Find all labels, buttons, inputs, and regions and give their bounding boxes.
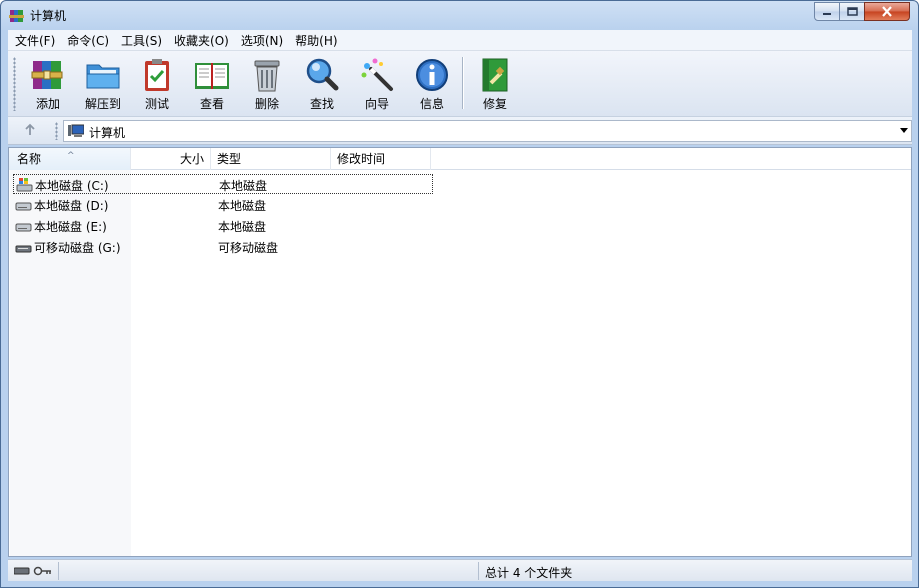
wizard-label: 向导 (364, 97, 389, 111)
list-item[interactable]: 本地磁盘 (C:) 本地磁盘 (13, 174, 433, 194)
window-title: 计算机 (30, 9, 67, 23)
file-name: 本地磁盘 (C:) (35, 179, 109, 193)
file-list[interactable]: 名称 ^ 大小 类型 修改时间 本地磁盘 (C:) 本地磁盘 本地磁盘 (D:)… (8, 147, 912, 557)
column-size-label: 大小 (179, 152, 204, 166)
toolbar-grip[interactable] (13, 57, 16, 111)
title-bar[interactable]: 计算机 (1, 1, 918, 29)
view-label: 查看 (199, 97, 224, 111)
address-path: 计算机 (89, 126, 126, 140)
add-archive-icon (31, 61, 63, 89)
view-button[interactable]: 查看 (184, 55, 238, 113)
repair-label: 修复 (482, 97, 507, 111)
wizard-button[interactable]: 向导 (349, 55, 403, 113)
menu-bar: 文件(F) 命令(C) 工具(S) 收藏夹(O) 选项(N) 帮助(H) (8, 30, 912, 51)
test-clipboard-icon (145, 59, 169, 91)
extract-to-button[interactable]: 解压到 (75, 55, 129, 113)
system-drive-icon (16, 178, 33, 192)
list-item[interactable]: 可移动磁盘 (G:) 可移动磁盘 (13, 237, 433, 257)
hard-drive-icon (15, 202, 32, 211)
repair-icon (482, 58, 508, 92)
menu-file[interactable]: 文件(F) (8, 30, 60, 51)
minimize-button[interactable] (814, 2, 840, 21)
status-separator (58, 562, 59, 580)
trash-icon (254, 60, 280, 92)
column-header-type[interactable]: 类型 (211, 148, 331, 170)
chevron-down-icon[interactable] (900, 128, 908, 133)
up-arrow-icon[interactable] (22, 122, 38, 138)
winrar-app-icon (9, 10, 24, 22)
menu-help[interactable]: 帮助(H) (288, 30, 342, 51)
menu-favorites[interactable]: 收藏夹(O) (167, 30, 234, 51)
test-button[interactable]: 测试 (129, 55, 183, 113)
toolbar-separator (462, 57, 463, 109)
computer-icon (68, 124, 84, 137)
column-modified-label: 修改时间 (337, 152, 386, 166)
address-grip[interactable] (55, 122, 58, 140)
column-header-name[interactable]: 名称 ^ (9, 148, 131, 170)
extract-to-label: 解压到 (84, 97, 121, 111)
column-header-modified[interactable]: 修改时间 (331, 148, 431, 170)
status-bar: 总计 4 个文件夹 (8, 559, 912, 581)
column-header-size[interactable]: 大小 (131, 148, 211, 170)
status-summary: 总计 4 个文件夹 (485, 566, 573, 580)
hard-drive-icon (15, 223, 32, 232)
menu-options[interactable]: 选项(N) (234, 30, 288, 51)
minimize-icon (823, 12, 831, 15)
file-type: 本地磁盘 (218, 199, 267, 213)
test-label: 测试 (144, 97, 169, 111)
close-button[interactable] (864, 2, 910, 21)
sort-ascending-icon: ^ (67, 151, 75, 161)
magnifier-icon (306, 58, 339, 91)
info-label: 信息 (419, 97, 444, 111)
info-button[interactable]: 信息 (404, 55, 458, 113)
maximize-button[interactable] (839, 2, 865, 21)
file-type: 本地磁盘 (219, 179, 268, 193)
toolbar: 添加 解压到 测试 查看 删除 查找 向导 信息 修复 (8, 51, 912, 117)
file-name: 本地磁盘 (E:) (34, 220, 107, 234)
extract-folder-icon (86, 64, 120, 89)
delete-button[interactable]: 删除 (239, 55, 293, 113)
removable-drive-icon (15, 245, 32, 253)
app-window: 计算机 文件(F) 命令(C) 工具(S) 收藏夹(O) 选项(N) 帮助(H) 添加 (0, 0, 919, 588)
add-button[interactable]: 添加 (20, 55, 74, 113)
status-separator (478, 562, 479, 580)
list-item[interactable]: 本地磁盘 (D:) 本地磁盘 (13, 195, 433, 215)
column-name-label: 名称 (17, 152, 42, 166)
file-name: 可移动磁盘 (G:) (34, 241, 121, 255)
file-name: 本地磁盘 (D:) (34, 199, 109, 213)
list-header: 名称 ^ 大小 类型 修改时间 (9, 148, 911, 170)
find-label: 查找 (309, 97, 334, 111)
file-type: 可移动磁盘 (218, 241, 279, 255)
list-item[interactable]: 本地磁盘 (E:) 本地磁盘 (13, 216, 433, 236)
column-type-label: 类型 (217, 152, 242, 166)
drive-status-icon[interactable] (14, 565, 56, 577)
menu-command[interactable]: 命令(C) (60, 30, 114, 51)
file-type: 本地磁盘 (218, 220, 267, 234)
close-icon (882, 6, 892, 17)
info-icon (416, 59, 448, 91)
address-field[interactable]: 计算机 (63, 120, 912, 142)
delete-label: 删除 (254, 97, 279, 111)
address-bar: 计算机 (8, 117, 912, 145)
view-book-icon (195, 63, 229, 89)
maximize-icon (846, 7, 858, 16)
wizard-wand-icon (361, 58, 393, 91)
repair-button[interactable]: 修复 (467, 55, 521, 113)
find-button[interactable]: 查找 (294, 55, 348, 113)
menu-tools[interactable]: 工具(S) (114, 30, 167, 51)
add-label: 添加 (35, 97, 60, 111)
